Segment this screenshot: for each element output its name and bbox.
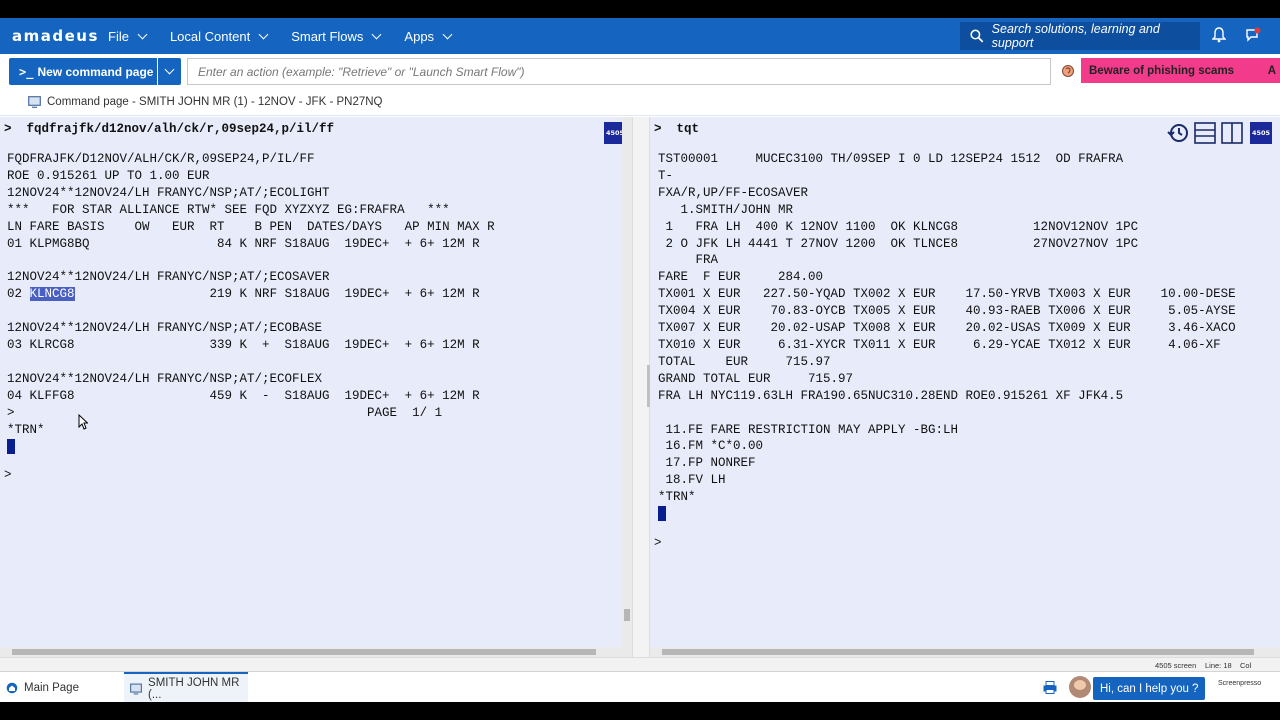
command-page-breadcrumb[interactable]: Command page - SMITH JOHN MR (1) - 12NOV… (0, 88, 1280, 116)
command-page-icon (130, 683, 142, 694)
smith-john-tab[interactable]: SMITH JOHN MR (... (124, 672, 248, 703)
left-terminal-pane[interactable]: > fqdfrajfk/d12nov/alh/ck/r,09sep24,p/il… (0, 117, 632, 657)
left-terminal-cursor (7, 438, 15, 454)
nav-smart-flows-label: Smart Flows (291, 28, 364, 44)
right-horizontal-scrollbar[interactable] (650, 647, 1280, 657)
main-page-tab[interactable]: Main Page (6, 672, 79, 703)
new-command-page-button[interactable]: >_ New command page (9, 58, 157, 85)
breadcrumb-label: Command page - SMITH JOHN MR (1) - 12NOV… (47, 95, 383, 108)
terminal-status-line: 4505 screen Line: 18 Col (0, 657, 1280, 671)
nav-local-content-label: Local Content (169, 28, 251, 44)
right-terminal-output: TST00001 MUCEC3100 TH/09SEP I 0 LD 12SEP… (658, 151, 1236, 523)
left-output-block-a: FQDFRAJFK/D12NOV/ALH/CK/R,09SEP24,P/IL/F… (7, 152, 495, 285)
help-chat-button[interactable]: Hi, can I help you ? (1093, 677, 1205, 700)
chevron-down-icon (137, 29, 148, 39)
new-command-dropdown-button[interactable] (158, 58, 181, 85)
smith-john-tab-label: SMITH JOHN MR (... (148, 676, 240, 701)
selected-fare-basis[interactable]: KLNCG8 (29, 287, 75, 302)
command-page-icon (28, 95, 41, 108)
right-screen-4505-icon[interactable]: 4505 (1250, 122, 1272, 144)
assistant-avatar[interactable] (1069, 676, 1091, 698)
nav-apps-label: Apps (404, 28, 435, 44)
notifications-chat-icon[interactable] (1245, 27, 1261, 43)
right-terminal-cursor (658, 506, 666, 522)
status-screen: 4505 screen (1155, 661, 1197, 670)
nav-file-label: File (108, 28, 129, 44)
phishing-banner[interactable]: Beware of phishing scams A (1081, 58, 1280, 83)
terminal-prompt-icon: >_ (19, 64, 34, 79)
chevron-down-icon (371, 29, 382, 39)
nav-smart-flows-menu[interactable]: Smart Flows (291, 28, 382, 44)
phishing-banner-label: Beware of phishing scams (1089, 64, 1235, 77)
vertical-split-icon[interactable] (1221, 122, 1243, 144)
fare-row-02-details: 219 K NRF S18AUG 19DEC+ + 6+ 12M R (74, 287, 480, 302)
printer-icon[interactable] (1043, 681, 1057, 694)
phishing-banner-more: A (1267, 64, 1276, 77)
left-vertical-scrollbar[interactable] (622, 117, 632, 657)
mouse-pointer-icon (78, 414, 88, 430)
search-icon (970, 29, 984, 43)
top-navigation: amadeus File Local Content Smart Flows A… (0, 18, 1280, 54)
right-terminal-pane[interactable]: > tqt 4505 TST00001 MUCEC3100 TH/09SEP I… (650, 117, 1280, 657)
action-input[interactable] (187, 58, 1051, 85)
hook-warning-icon (1062, 65, 1074, 77)
amadeus-logo: amadeus (12, 27, 99, 45)
left-horizontal-scroll-thumb[interactable] (12, 649, 596, 655)
left-vertical-scroll-thumb[interactable] (624, 609, 630, 621)
screenpresso-watermark: Screenpresso (1218, 680, 1262, 687)
left-terminal-output: FQDFRAJFK/D12NOV/ALH/CK/R,09SEP24,P/IL/F… (7, 151, 495, 455)
left-input-prompt[interactable]: > (4, 468, 12, 482)
history-icon[interactable] (1167, 122, 1189, 144)
app-window: amadeus File Local Content Smart Flows A… (0, 0, 1280, 720)
left-horizontal-scrollbar[interactable] (0, 647, 632, 657)
bottom-letterbox (0, 702, 1280, 720)
nav-apps-menu[interactable]: Apps (404, 28, 453, 44)
bottom-taskbar: Main Page SMITH JOHN MR (... Hi, can I h… (0, 671, 1280, 703)
left-command-line[interactable]: > fqdfrajfk/d12nov/alh/ck/r,09sep24,p/il… (4, 122, 334, 136)
new-command-page-label: New command page (37, 64, 154, 79)
search-solutions-box[interactable]: Search solutions, learning and support (960, 22, 1200, 50)
chevron-down-icon (258, 29, 269, 39)
fare-row-02-number: 02 (7, 287, 30, 302)
horizontal-split-icon[interactable] (1194, 122, 1216, 144)
chevron-down-icon (442, 29, 453, 39)
main-page-label: Main Page (24, 681, 79, 694)
pane-splitter[interactable] (632, 117, 650, 657)
top-letterbox (0, 0, 1280, 18)
nav-file-menu[interactable]: File (108, 28, 148, 44)
help-chat-label: Hi, can I help you ? (1100, 682, 1199, 695)
status-line-number: Line: 18 (1205, 661, 1232, 670)
pricing-record-output: TST00001 MUCEC3100 TH/09SEP I 0 LD 12SEP… (658, 152, 1236, 505)
home-icon (6, 682, 18, 693)
fare-row-02: 02 KLNCG8 219 K NRF S18AUG 19DEC+ + 6+ 1… (7, 287, 480, 302)
command-bar: >_ New command page Beware of phishing s… (0, 54, 1280, 88)
status-column: Col (1240, 661, 1252, 670)
right-command-line[interactable]: > tqt (654, 122, 699, 136)
right-input-prompt[interactable]: > (654, 536, 662, 550)
right-horizontal-scroll-thumb[interactable] (662, 649, 1254, 655)
nav-local-content-menu[interactable]: Local Content (169, 28, 269, 44)
search-placeholder: Search solutions, learning and support (991, 22, 1160, 50)
chevron-down-icon (164, 64, 175, 75)
bell-icon[interactable] (1212, 27, 1226, 43)
